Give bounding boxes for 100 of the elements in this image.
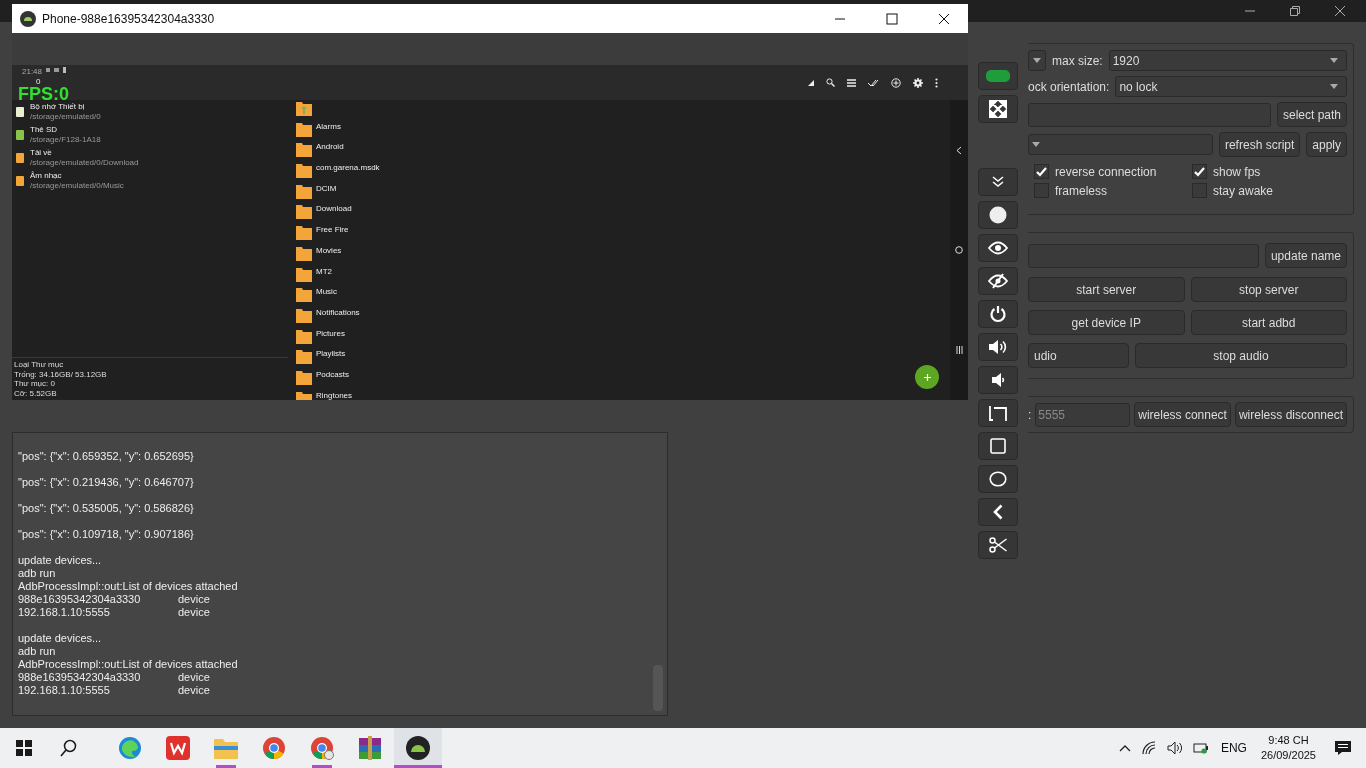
close-icon[interactable]	[938, 12, 950, 25]
storage-name: Âm nhạc	[30, 171, 63, 181]
search-icon[interactable]	[60, 739, 78, 757]
folder-icon	[296, 142, 312, 158]
add-circle-icon[interactable]	[891, 77, 901, 88]
scissors-icon	[989, 537, 1007, 553]
action-button[interactable]: start server	[1028, 277, 1185, 302]
folder-item[interactable]: Music	[296, 287, 950, 303]
notification-icon[interactable]	[1334, 740, 1352, 756]
collapse-button[interactable]	[978, 168, 1018, 196]
folder-item[interactable]: Android	[296, 142, 950, 158]
volume-up-button[interactable]	[978, 333, 1018, 361]
log-line: AdbProcessImpl::out:List of devices attached	[18, 658, 239, 671]
settings-icon[interactable]	[913, 77, 923, 88]
folder-name: Podcasts	[316, 369, 349, 379]
app-switch-button[interactable]	[978, 432, 1018, 460]
speaker-icon[interactable]	[1166, 741, 1183, 755]
language-indicator[interactable]: ENG	[1220, 741, 1247, 755]
checkbox[interactable]	[1192, 164, 1207, 179]
clock[interactable]: 9:48 CH 26/09/2025	[1260, 733, 1316, 763]
wifi-icon[interactable]	[1140, 741, 1157, 755]
start-icon[interactable]	[16, 740, 32, 756]
wireless-button[interactable]: wireless disconnect	[1234, 402, 1347, 427]
battery-icon[interactable]	[1192, 742, 1209, 754]
update-name-button[interactable]: update name	[1264, 243, 1347, 268]
storage-item[interactable]: Thẻ SD /storage/F128-1A18	[16, 125, 288, 145]
storage-info: Thư mục: 0	[14, 379, 56, 389]
back-button[interactable]	[978, 498, 1018, 526]
select-path-button[interactable]: select path	[1276, 102, 1347, 127]
wireless-button[interactable]: wireless connect	[1134, 402, 1231, 427]
chevron-up-icon[interactable]	[1118, 744, 1131, 752]
home-icon[interactable]	[955, 246, 963, 255]
rotate-button[interactable]	[978, 399, 1018, 427]
stop-audio-button[interactable]: stop audio	[1135, 343, 1347, 368]
folder-item[interactable]: com.garena.msdk	[296, 163, 950, 179]
eye-icon	[988, 241, 1008, 255]
fullscreen-button[interactable]	[978, 95, 1018, 123]
action-button[interactable]: stop server	[1190, 277, 1347, 302]
folder-name: Music	[316, 287, 337, 297]
close-icon[interactable]	[1334, 5, 1346, 17]
status-light-icon	[985, 69, 1011, 83]
search-icon[interactable]	[826, 78, 835, 87]
folder-item[interactable]: Playlists	[296, 349, 950, 365]
action-button[interactable]: get device IP	[1028, 310, 1185, 335]
folder-item[interactable]: Free Fire	[296, 225, 950, 241]
storage-item[interactable]: Âm nhạc /storage/emulated/0/Music	[16, 171, 288, 191]
double-check-icon[interactable]	[868, 78, 879, 87]
folder-item[interactable]: Ringtones	[296, 390, 950, 400]
folder-name: DCIM	[316, 183, 337, 193]
volume-down-icon	[991, 372, 1005, 388]
folder-icon	[296, 245, 312, 261]
taskbar-app[interactable]	[394, 728, 442, 768]
folder-name: Android	[316, 142, 344, 152]
folder-item[interactable]: Movies	[296, 245, 950, 261]
folder-item[interactable]: MT2	[296, 266, 950, 282]
home-button[interactable]	[978, 465, 1018, 493]
log-line: 192.168.1.10:5555	[18, 684, 111, 697]
status-light-button[interactable]	[978, 62, 1018, 90]
refresh-script-button[interactable]: refresh script	[1218, 132, 1301, 157]
record-button[interactable]	[978, 201, 1018, 229]
action-button[interactable]: start adbd	[1190, 310, 1347, 335]
add-button[interactable]	[915, 365, 939, 389]
archive-icon	[358, 736, 382, 760]
log-line: "pos": {"x": 0.659352, "y": 0.652695}	[18, 450, 195, 463]
dropdown[interactable]	[1028, 50, 1046, 71]
port-field[interactable]: 5555	[1035, 402, 1131, 427]
folder-item[interactable]: Pictures	[296, 328, 950, 344]
power-button[interactable]	[978, 300, 1018, 328]
maximize-icon[interactable]	[886, 12, 898, 25]
screenshot-button[interactable]	[978, 531, 1018, 559]
hide-button[interactable]	[978, 267, 1018, 295]
audio-button[interactable]: udio	[1028, 343, 1129, 368]
folder-item[interactable]: Alarms	[296, 121, 950, 137]
list-icon[interactable]	[847, 78, 856, 87]
more-icon[interactable]	[935, 77, 938, 88]
folder-item[interactable]: Podcasts	[296, 369, 950, 385]
back-icon[interactable]	[956, 145, 962, 155]
recents-icon[interactable]	[955, 346, 963, 355]
checkbox[interactable]	[1034, 164, 1049, 179]
folder-icon	[296, 121, 312, 137]
restore-icon[interactable]	[1289, 5, 1301, 17]
folder-item[interactable]: Download	[296, 204, 950, 220]
show-button[interactable]	[978, 234, 1018, 262]
fps-overlay: 0	[36, 79, 42, 85]
folder-item[interactable]: DCIM	[296, 183, 950, 199]
storage-name: Tải về	[30, 148, 53, 158]
storage-item[interactable]: Tải về /storage/emulated/0/Download	[16, 148, 288, 168]
apply-button[interactable]: apply	[1306, 132, 1347, 157]
window-title: Phone-988e16395342304a3330	[42, 11, 215, 26]
orientation-dropdown[interactable]: no lock	[1115, 76, 1347, 97]
folder-item[interactable]: Notifications	[296, 307, 950, 323]
max-size-dropdown[interactable]: 1920	[1108, 50, 1347, 71]
separator-label: :	[1028, 407, 1032, 422]
storage-item[interactable]: Bộ nhớ Thiết bị /storage/emulated/0	[16, 102, 288, 122]
volume-down-button[interactable]	[978, 366, 1018, 394]
folder-name: Notifications	[316, 307, 360, 317]
chrome-icon	[310, 736, 334, 760]
storage-name: Bộ nhớ Thiết bị	[30, 102, 86, 112]
log-line: adb run	[18, 567, 57, 580]
folder-icon	[296, 349, 312, 365]
